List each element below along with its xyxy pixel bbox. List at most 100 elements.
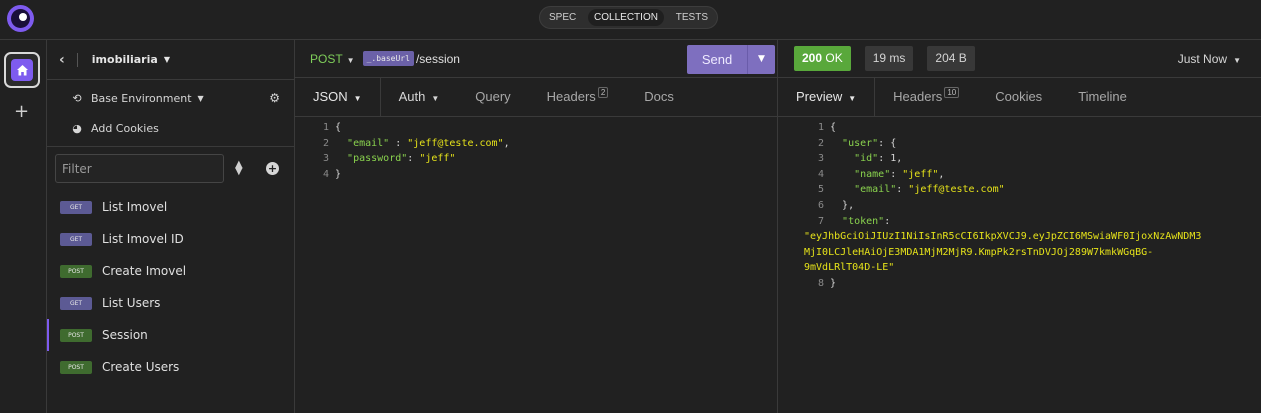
tab-label: Docs — [644, 89, 674, 104]
request-body-editor[interactable]: 1{ 2 "email" : "jeff@teste.com", 3 "pass… — [313, 120, 510, 182]
tab-timeline[interactable]: Timeline — [1060, 78, 1145, 116]
tab-response-headers[interactable]: Headers 10 — [875, 78, 977, 116]
chevron-down-icon: ▼ — [197, 93, 204, 103]
headers-count-badge: 10 — [944, 87, 960, 98]
request-item-session[interactable]: POST Session — [47, 319, 295, 351]
code-brace: { — [335, 122, 342, 133]
chevron-down-icon: ▼ — [1233, 56, 1241, 65]
send-button-group: Send ▼ — [687, 45, 775, 74]
response-status-bar: 200 OK 19 ms 204 B Just Now ▼ — [778, 40, 1261, 78]
tab-collection[interactable]: COLLECTION — [588, 9, 664, 26]
json-key: "id" — [854, 153, 879, 165]
tab-tests[interactable]: TESTS — [670, 9, 714, 26]
history-selector[interactable]: Just Now ▼ — [1178, 52, 1241, 66]
view-switcher: SPEC COLLECTION TESTS — [539, 6, 718, 29]
status-text: OK — [825, 51, 843, 65]
tab-docs[interactable]: Docs — [626, 78, 692, 116]
method-badge: GET — [60, 296, 92, 310]
response-size: 204 B — [927, 46, 975, 71]
home-button[interactable] — [4, 52, 40, 88]
request-item-list-imovel-id[interactable]: GET List Imovel ID — [47, 223, 295, 255]
tab-label: Cookies — [995, 89, 1043, 104]
left-rail: + — [0, 40, 47, 413]
json-key: "user" — [842, 137, 879, 149]
request-item-create-users[interactable]: POST Create Users — [47, 351, 295, 383]
tab-headers[interactable]: Headers 2 — [529, 78, 627, 116]
tab-spec[interactable]: SPEC — [543, 9, 582, 26]
cookie-icon: ◕ — [72, 121, 82, 135]
json-value: "eyJhbGciOiJIUzI1NiIsInR5cCI6IkpXVCJ9.ey… — [804, 231, 1202, 243]
line-number: 2 — [322, 137, 329, 149]
line-number: 4 — [817, 168, 824, 180]
request-item-list-users[interactable]: GET List Users — [47, 287, 295, 319]
gear-icon[interactable]: ⚙ — [269, 91, 280, 105]
json-key: "password" — [347, 153, 408, 165]
chevron-down-icon: ▼ — [431, 94, 440, 103]
environment-label: Base Environment — [91, 91, 192, 105]
line-number: 4 — [322, 168, 329, 180]
line-number: 1 — [322, 122, 329, 133]
json-value: "jeff" — [419, 153, 456, 165]
chevron-down-icon[interactable]: ▼ — [164, 55, 170, 64]
send-button[interactable]: Send — [687, 45, 747, 74]
request-name: List Users — [102, 296, 161, 310]
method-selector[interactable]: POST ▼ — [310, 52, 355, 66]
status-badge: 200 OK — [794, 46, 851, 71]
line-number: 8 — [817, 277, 824, 289]
tab-label: Headers — [893, 89, 943, 104]
tab-label: Preview — [796, 89, 843, 104]
divider — [76, 52, 78, 67]
tab-cookies[interactable]: Cookies — [977, 78, 1060, 116]
tab-auth[interactable]: Auth ▼ — [381, 78, 458, 116]
tab-json[interactable]: JSON ▼ — [295, 78, 381, 116]
json-value: 9mVdLRlT04D-LE" — [804, 262, 895, 274]
method-badge: GET — [60, 200, 92, 214]
method-label: POST — [310, 51, 343, 66]
status-code: 200 — [802, 51, 823, 65]
url-input[interactable]: /session — [416, 52, 460, 66]
tab-label: Auth — [398, 89, 426, 104]
response-body-viewer[interactable]: 1{ 2 "user": { 3 "id": 1, 4 "name": "jef… — [804, 120, 1201, 292]
chevron-down-icon: ▼ — [353, 94, 362, 103]
project-name[interactable]: imobiliaria — [92, 53, 158, 66]
sort-icon[interactable]: ▲ ▼ — [235, 160, 243, 177]
chevron-down-icon: ▼ — [346, 55, 355, 65]
json-value: "jeff@teste.com" — [908, 184, 1005, 196]
history-label: Just Now — [1177, 52, 1228, 66]
line-number: 3 — [322, 153, 329, 165]
add-cookies-button[interactable]: ◕ Add Cookies — [47, 113, 294, 143]
add-request-icon[interactable]: + — [266, 162, 279, 175]
response-tabs: Preview ▼ Headers 10 Cookies Timeline — [778, 78, 1261, 117]
chevron-down-icon: ▼ — [848, 94, 857, 103]
tab-preview[interactable]: Preview ▼ — [778, 78, 876, 116]
filter-input[interactable]: Filter — [55, 154, 224, 183]
refresh-icon: ⟲ — [72, 91, 82, 105]
home-icon — [11, 59, 33, 81]
request-tabs: JSON ▼ Auth ▼ Query Headers 2 Docs — [295, 78, 777, 117]
app-logo-icon[interactable] — [7, 5, 34, 32]
chevron-down-icon[interactable]: ▼ — [747, 45, 775, 74]
plus-icon[interactable]: + — [14, 102, 29, 122]
method-badge: POST — [60, 328, 92, 342]
request-name: Create Users — [102, 360, 180, 374]
back-chevron-icon[interactable]: ‹ — [59, 52, 65, 68]
request-item-list-imovel[interactable]: GET List Imovel — [47, 191, 295, 223]
line-number: 3 — [817, 153, 824, 165]
method-badge: POST — [60, 264, 92, 278]
project-header: ‹ imobiliaria ▼ — [47, 40, 294, 80]
tab-label: Timeline — [1078, 89, 1127, 104]
json-key: "name" — [854, 168, 891, 180]
divider — [47, 146, 295, 147]
response-pane: 200 OK 19 ms 204 B Just Now ▼ Preview ▼ He… — [778, 40, 1261, 413]
request-name: List Imovel ID — [102, 232, 184, 246]
url-variable-tag[interactable]: _.baseUrl — [362, 51, 414, 66]
tab-query[interactable]: Query — [457, 78, 528, 116]
line-number: 1 — [817, 122, 824, 133]
method-badge: GET — [60, 232, 92, 246]
request-name: Create Imovel — [102, 264, 187, 278]
request-name: Session — [102, 328, 148, 342]
request-item-create-imovel[interactable]: POST Create Imovel — [47, 255, 295, 287]
request-pane: POST ▼ _.baseUrl /session Send ▼ JSON ▼ Au… — [295, 40, 778, 413]
tab-label: Query — [475, 89, 511, 104]
environment-selector[interactable]: ⟲ Base Environment ▼ ⚙ — [47, 83, 294, 113]
